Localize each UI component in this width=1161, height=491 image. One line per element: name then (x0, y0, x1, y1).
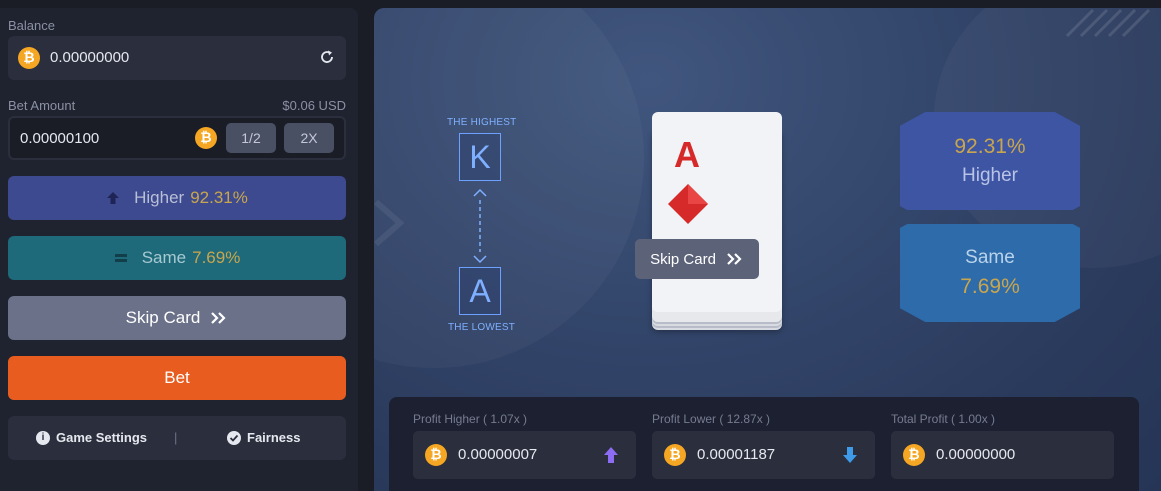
bitcoin-icon: ₿ (195, 127, 217, 149)
total-profit-value: 0.00000000 (936, 446, 1016, 463)
info-icon: i (36, 430, 50, 445)
bitcoin-icon: ₿ (903, 444, 925, 466)
range-arrow (473, 188, 487, 264)
same-panel-percentage: 7.69% (960, 275, 1020, 298)
bet-amount-usd: $0.06 USD (282, 98, 346, 113)
skip-card-button[interactable]: Skip Card (8, 296, 346, 340)
same-percentage: 7.69% (192, 248, 241, 267)
higher-label: Higher (134, 188, 185, 207)
game-settings-label: Game Settings (56, 430, 148, 445)
total-profit-label: Total Profit ( 1.00x ) (891, 412, 996, 426)
double-chevron-right-icon (211, 312, 226, 324)
current-card-stack: A (652, 112, 782, 322)
background-shape (374, 8, 644, 368)
balance-value: 0.00000000 (50, 49, 130, 66)
lowest-caption: THE LOWEST (448, 322, 516, 333)
higher-percentage: 92.31% (190, 188, 248, 207)
bet-label: Bet (164, 368, 190, 387)
bet-sidebar: Balance ₿ 0.00000000 Bet Amount $0.06 US… (0, 8, 358, 491)
profit-higher-label: Profit Higher ( 1.07x ) (413, 412, 528, 426)
higher-button[interactable]: Higher 92.31% (8, 176, 346, 220)
same-label: Same (141, 248, 187, 267)
bet-amount-input[interactable]: 0.00000100 ₿ 1/2 2X (8, 116, 346, 160)
lowest-card: A (459, 267, 501, 315)
current-card: A (652, 112, 782, 312)
equals-icon (114, 254, 127, 262)
refresh-icon[interactable] (319, 49, 335, 65)
skip-card-overlay-label: Skip Card (650, 250, 716, 268)
total-profit-field: ₿ 0.00000000 (891, 431, 1114, 479)
profit-higher-field: ₿ 0.00000007 (413, 431, 636, 479)
bet-button[interactable]: Bet (8, 356, 346, 400)
skip-card-label: Skip Card (125, 308, 201, 327)
higher-panel-percentage: 92.31% (954, 135, 1026, 158)
arrow-up-icon (604, 447, 618, 463)
higher-prediction-panel[interactable]: 92.31% Higher (900, 112, 1080, 210)
higher-panel-label: Higher (962, 165, 1018, 186)
fairness-label: Fairness (247, 430, 301, 445)
profit-panel: Profit Higher ( 1.07x ) ₿ 0.00000007 Pro… (389, 397, 1139, 491)
skip-card-overlay-button[interactable]: Skip Card (635, 239, 759, 279)
stripe-decoration (1065, 8, 1151, 38)
bet-amount-label: Bet Amount (8, 98, 76, 113)
bitcoin-icon: ₿ (425, 444, 447, 466)
app-root: Balance ₿ 0.00000000 Bet Amount $0.06 US… (0, 0, 1161, 491)
balance-label: Balance (8, 18, 55, 33)
bitcoin-icon: ₿ (18, 47, 40, 69)
arrow-down-icon (843, 447, 857, 463)
profit-higher-value: 0.00000007 (458, 446, 538, 463)
highest-caption: THE HIGHEST (447, 117, 517, 128)
profit-lower-field: ₿ 0.00001187 (652, 431, 875, 479)
balance-field: ₿ 0.00000000 (8, 36, 346, 80)
double-bet-button[interactable]: 2X (284, 123, 334, 153)
options-bar: i Game Settings | Fairness (8, 416, 346, 460)
chevron-right-decoration (374, 199, 404, 247)
same-panel-label: Same (965, 247, 1015, 268)
bitcoin-icon: ₿ (664, 444, 686, 466)
double-chevron-right-icon (727, 253, 742, 265)
profit-lower-label: Profit Lower ( 12.87x ) (652, 412, 771, 426)
current-card-rank: A (674, 134, 700, 175)
highest-card: K (459, 133, 501, 181)
bet-amount-value[interactable]: 0.00000100 (20, 130, 99, 147)
options-divider: | (174, 430, 178, 445)
arrow-up-icon (107, 192, 120, 204)
half-bet-button[interactable]: 1/2 (226, 123, 276, 153)
diamond-suit-icon (668, 184, 708, 224)
profit-lower-value: 0.00001187 (697, 446, 776, 463)
fairness-button[interactable]: Fairness (227, 430, 300, 445)
same-button[interactable]: Same 7.69% (8, 236, 346, 280)
check-badge-icon (227, 430, 241, 445)
same-prediction-panel[interactable]: Same 7.69% (900, 224, 1080, 322)
game-settings-button[interactable]: i Game Settings (36, 430, 147, 445)
